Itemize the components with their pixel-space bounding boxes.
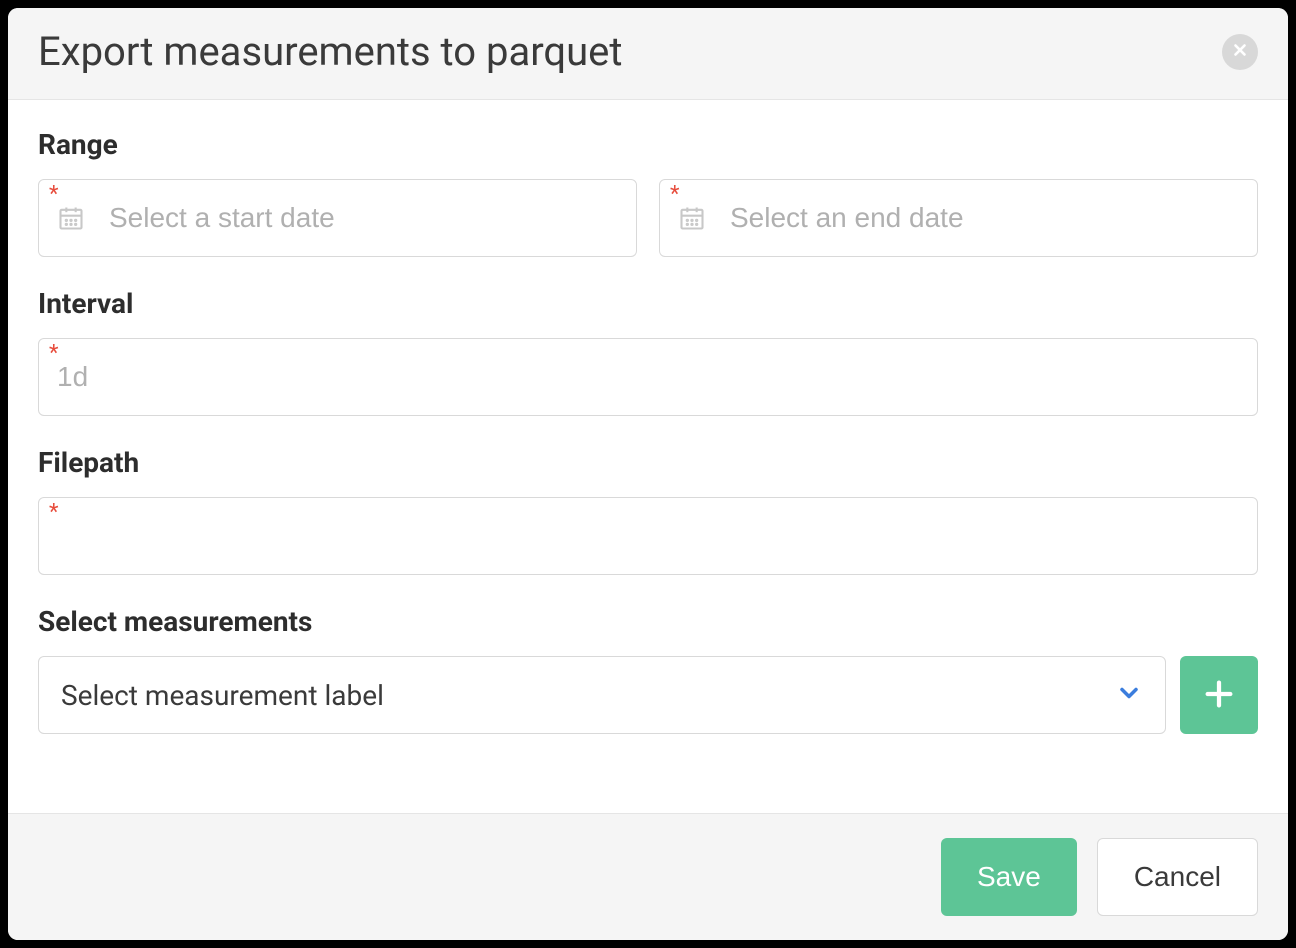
required-marker: * xyxy=(670,184,679,206)
chevron-down-icon xyxy=(1115,679,1143,711)
plus-icon xyxy=(1202,677,1236,714)
measurement-select-placeholder: Select measurement label xyxy=(61,679,384,712)
modal-header: Export measurements to parquet xyxy=(8,8,1288,100)
add-measurement-button[interactable] xyxy=(1180,656,1258,734)
interval-section: Interval * xyxy=(38,287,1258,416)
close-icon xyxy=(1231,41,1249,62)
close-button[interactable] xyxy=(1222,34,1258,70)
filepath-input[interactable] xyxy=(57,520,1239,552)
required-marker: * xyxy=(49,343,58,365)
calendar-icon xyxy=(678,204,706,236)
cancel-button[interactable]: Cancel xyxy=(1097,838,1258,916)
required-marker: * xyxy=(49,502,58,524)
modal-body: Range * xyxy=(8,100,1288,813)
interval-field[interactable]: * xyxy=(38,338,1258,416)
range-label: Range xyxy=(38,128,1258,161)
interval-input[interactable] xyxy=(57,361,1239,393)
end-date-field[interactable]: * xyxy=(659,179,1258,257)
range-section: Range * xyxy=(38,128,1258,257)
modal-footer: Save Cancel xyxy=(8,813,1288,940)
required-marker: * xyxy=(49,184,58,206)
interval-label: Interval xyxy=(38,287,1258,320)
export-modal: Export measurements to parquet Range * xyxy=(8,8,1288,940)
start-date-input[interactable] xyxy=(109,202,618,234)
measurements-label: Select measurements xyxy=(38,605,1258,638)
measurements-section: Select measurements Select measurement l… xyxy=(38,605,1258,734)
measurement-select[interactable]: Select measurement label xyxy=(38,656,1166,734)
save-button[interactable]: Save xyxy=(941,838,1077,916)
modal-title: Export measurements to parquet xyxy=(38,28,622,75)
filepath-label: Filepath xyxy=(38,446,1258,479)
start-date-field[interactable]: * xyxy=(38,179,637,257)
filepath-field[interactable]: * xyxy=(38,497,1258,575)
filepath-section: Filepath * xyxy=(38,446,1258,575)
calendar-icon xyxy=(57,204,85,236)
end-date-input[interactable] xyxy=(730,202,1239,234)
